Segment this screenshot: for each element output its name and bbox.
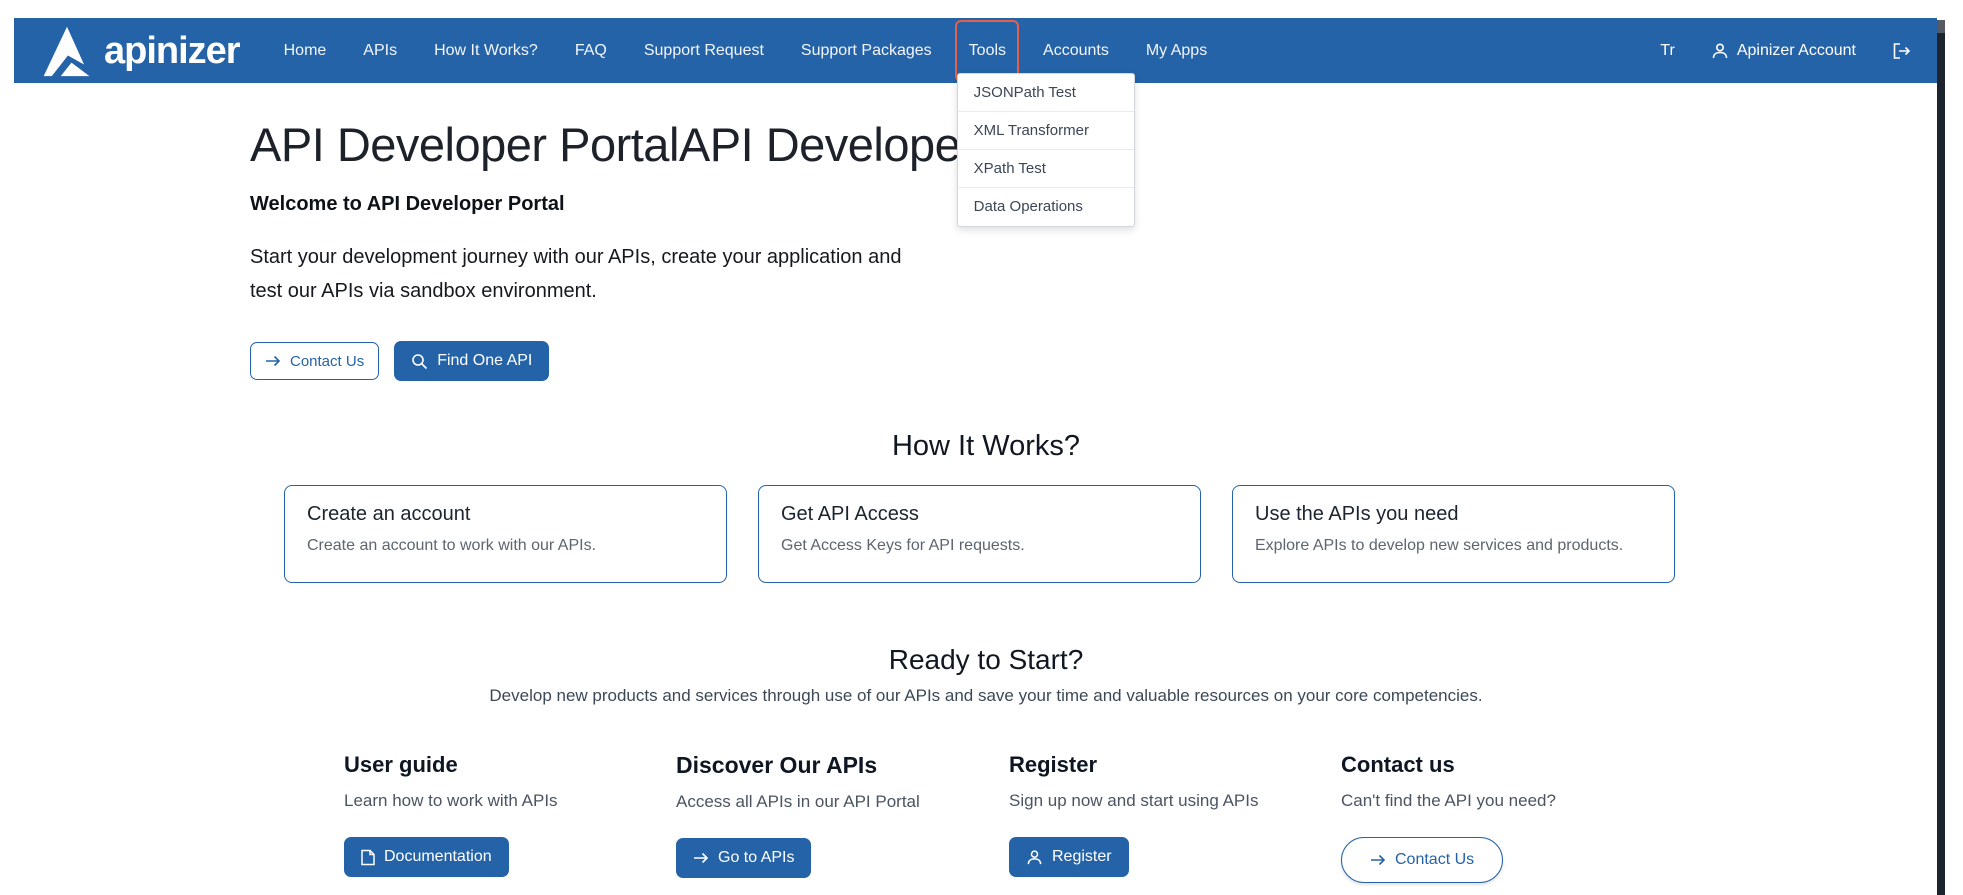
arrow-right-icon	[265, 354, 281, 368]
nav-item-support-request[interactable]: Support Request	[644, 42, 764, 60]
card-description: Get Access Keys for API requests.	[781, 537, 1178, 555]
ready-subtitle: Develop new products and services throug…	[284, 686, 1688, 706]
user-icon	[1026, 849, 1043, 866]
card-description: Explore APIs to develop new services and…	[1255, 537, 1652, 555]
find-one-api-label: Find One API	[437, 352, 532, 370]
register-button[interactable]: Register	[1009, 837, 1129, 877]
column-description: Sign up now and start using APIs	[1009, 791, 1341, 811]
footer-columns: User guide Learn how to work with APIs D…	[344, 752, 1601, 883]
arrow-right-icon	[1370, 853, 1386, 867]
card-title: Get API Access	[781, 503, 1178, 526]
card-description: Create an account to work with our APIs.	[307, 537, 704, 555]
documentation-label: Documentation	[384, 848, 492, 866]
tools-dropdown: JSONPath Test XML Transformer XPath Test…	[957, 73, 1135, 227]
card-title: Use the APIs you need	[1255, 503, 1652, 526]
nav-item-accounts[interactable]: Accounts	[1043, 42, 1109, 60]
go-to-apis-button[interactable]: Go to APIs	[676, 838, 811, 878]
column-title: Contact us	[1341, 752, 1601, 778]
account-label: Apinizer Account	[1737, 42, 1856, 60]
search-icon	[411, 353, 428, 370]
column-title: User guide	[344, 752, 676, 778]
column-description: Access all APIs in our API Portal	[676, 792, 1009, 812]
nav-item-faq[interactable]: FAQ	[575, 42, 607, 60]
language-toggle[interactable]: Tr	[1660, 42, 1675, 60]
column-title: Register	[1009, 752, 1341, 778]
brand-name: apinizer	[104, 32, 240, 70]
nav-item-apis[interactable]: APIs	[363, 42, 397, 60]
card-create-account: Create an account Create an account to w…	[284, 485, 727, 583]
top-navbar: apinizer Home APIs How It Works? FAQ Sup…	[14, 18, 1937, 83]
nav-item-home[interactable]: Home	[284, 42, 327, 60]
menu-item-data-operations[interactable]: Data Operations	[958, 188, 1134, 226]
contact-us-pill-button[interactable]: Contact Us	[1341, 837, 1503, 883]
window-edge-scrollbar[interactable]	[1937, 20, 1945, 895]
find-one-api-button[interactable]: Find One API	[394, 341, 549, 381]
column-discover-apis: Discover Our APIs Access all APIs in our…	[676, 752, 1009, 883]
apinizer-logo[interactable]: apinizer	[40, 25, 240, 77]
document-icon	[361, 849, 375, 866]
contact-us-pill-label: Contact Us	[1395, 851, 1474, 869]
column-user-guide: User guide Learn how to work with APIs D…	[344, 752, 676, 883]
logout-icon[interactable]	[1892, 42, 1911, 60]
hero-description: Start your development journey with our …	[250, 240, 930, 308]
contact-us-label: Contact Us	[290, 353, 364, 370]
scrollbar-cap	[1937, 20, 1945, 33]
documentation-button[interactable]: Documentation	[344, 837, 509, 877]
card-get-api-access: Get API Access Get Access Keys for API r…	[758, 485, 1201, 583]
arrow-right-icon	[693, 851, 709, 865]
menu-item-xml-transformer[interactable]: XML Transformer	[958, 112, 1134, 150]
nav-item-how-it-works[interactable]: How It Works?	[434, 42, 538, 60]
ready-title: Ready to Start?	[284, 644, 1688, 676]
account-link[interactable]: Apinizer Account	[1711, 42, 1856, 60]
column-description: Learn how to work with APIs	[344, 791, 676, 811]
hero-buttons: Contact Us Find One API	[250, 341, 549, 381]
navbar-right: Tr Apinizer Account	[1660, 42, 1911, 60]
column-title: Discover Our APIs	[676, 752, 1009, 779]
go-to-apis-label: Go to APIs	[718, 849, 794, 867]
hero-welcome: Welcome to API Developer Portal	[250, 193, 565, 216]
how-it-works-title: How It Works?	[284, 430, 1688, 463]
contact-us-button[interactable]: Contact Us	[250, 342, 379, 380]
how-it-works-cards: Create an account Create an account to w…	[284, 485, 1675, 583]
column-contact-us: Contact us Can't find the API you need? …	[1341, 752, 1601, 883]
nav-item-tools-label: Tools	[969, 42, 1006, 59]
column-description: Can't find the API you need?	[1341, 791, 1601, 811]
apinizer-logo-icon	[40, 25, 94, 77]
nav-item-my-apps[interactable]: My Apps	[1146, 42, 1207, 60]
card-use-apis: Use the APIs you need Explore APIs to de…	[1232, 485, 1675, 583]
menu-item-xpath-test[interactable]: XPath Test	[958, 150, 1134, 188]
user-icon	[1711, 42, 1729, 60]
nav-item-support-packages[interactable]: Support Packages	[801, 42, 932, 60]
nav-item-tools[interactable]: Tools JSONPath Test XML Transformer XPat…	[969, 42, 1006, 60]
card-title: Create an account	[307, 503, 704, 526]
menu-item-jsonpath-test[interactable]: JSONPath Test	[958, 74, 1134, 112]
nav-links: Home APIs How It Works? FAQ Support Requ…	[284, 42, 1208, 60]
register-label: Register	[1052, 848, 1112, 866]
column-register: Register Sign up now and start using API…	[1009, 752, 1341, 883]
